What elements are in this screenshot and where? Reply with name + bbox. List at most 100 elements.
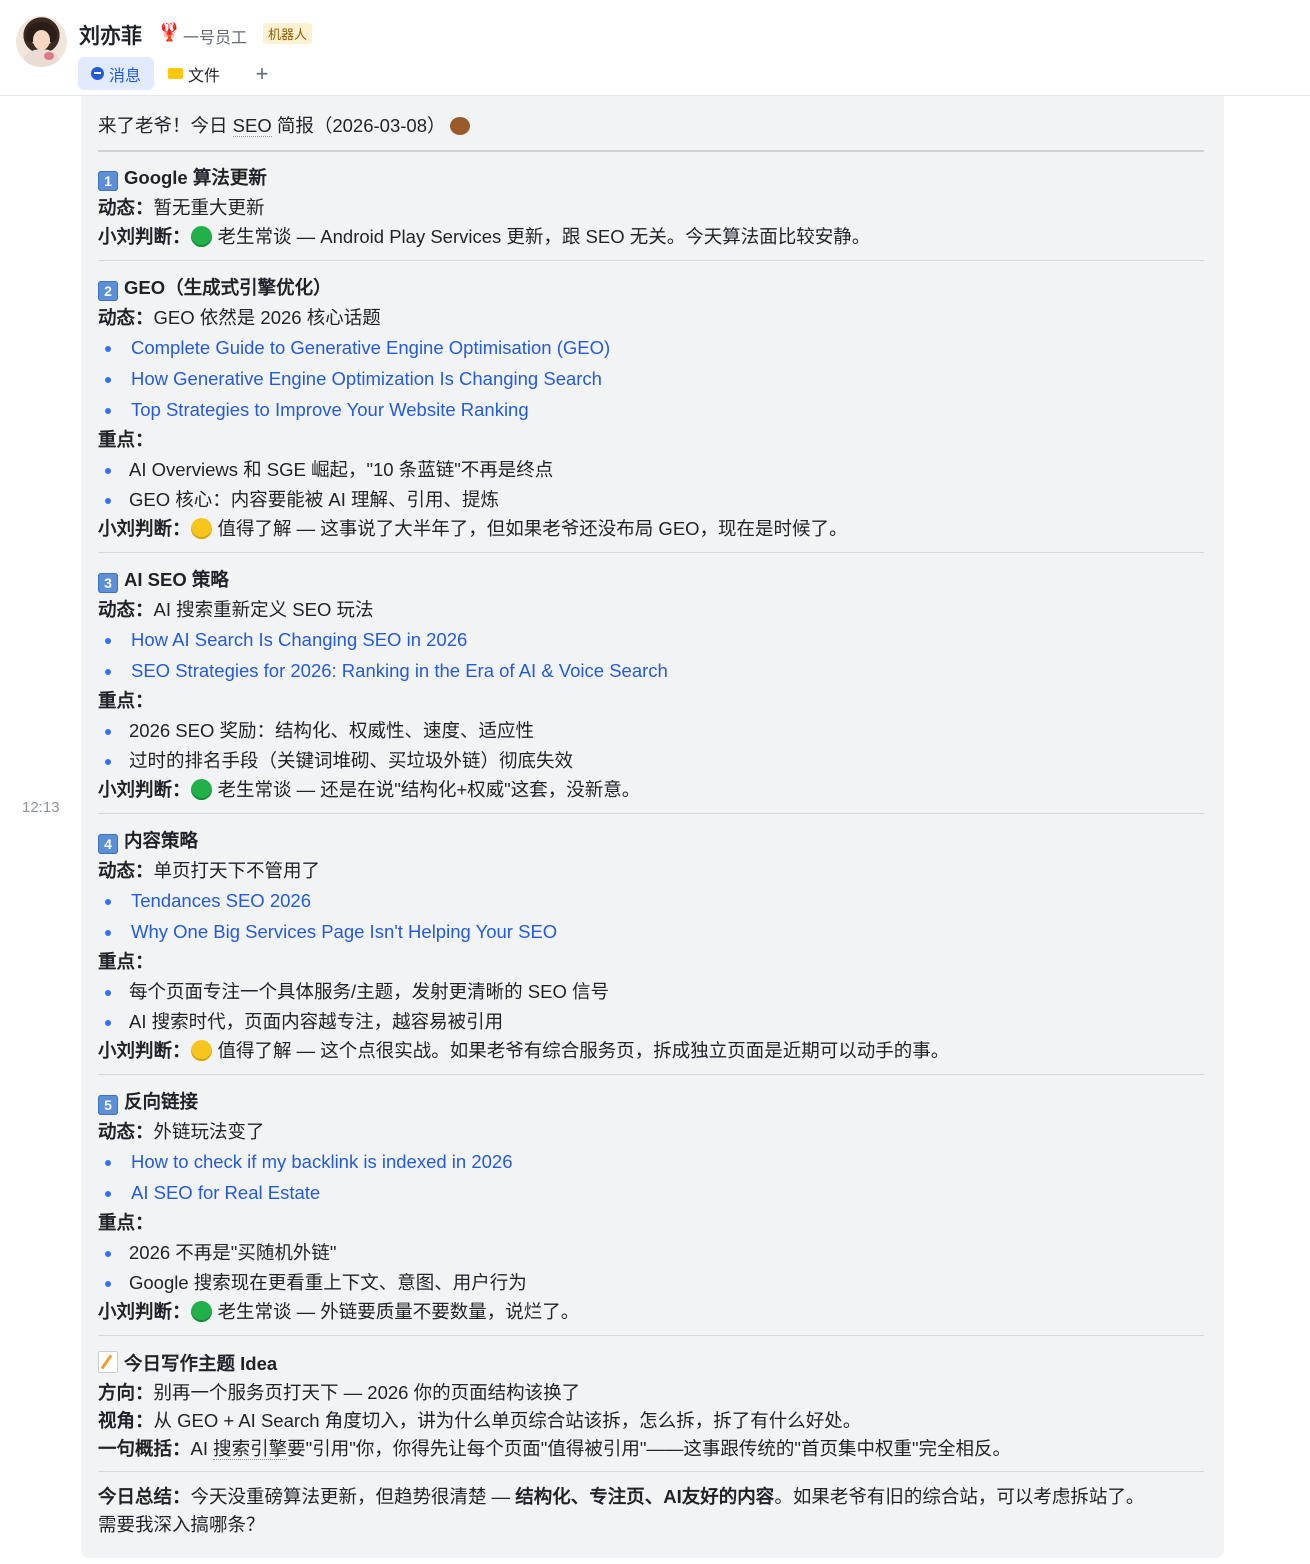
section-title: 5 反向链接 (98, 1090, 198, 1115)
divider (98, 150, 1204, 152)
key-point-item: 2026 不再是"买随机外链" (98, 1241, 336, 1265)
dynamic-line: 动态：外链玩法变了 (98, 1120, 265, 1144)
green-circle-icon (190, 1301, 212, 1322)
verdict-label: 小刘判断： (98, 1301, 191, 1322)
idea-summary-label: 一句概括： (98, 1438, 191, 1459)
contact-role: 一号员工 (183, 30, 248, 47)
idea-angle-text: 从 GEO + AI Search 角度切入，讲为什么单页综合站该拆，怎么拆，拆… (153, 1410, 862, 1431)
bullet-icon (105, 1191, 111, 1197)
idea-summary-prefix: AI (190, 1438, 214, 1459)
article-link[interactable]: How AI Search Is Changing SEO in 2026 (98, 629, 467, 650)
dynamic-line: 动态：暂无重大更新 (98, 196, 265, 220)
link-list-item[interactable]: How to check if my backlink is indexed i… (98, 1150, 513, 1174)
article-link[interactable]: Top Strategies to Improve Your Website R… (98, 399, 529, 420)
chat-header: 刘亦菲 🦞 一号员工 机器人 消息 文件 + (0, 0, 1310, 96)
dynamic-text: 单页打天下不管用了 (153, 860, 321, 881)
keycap-number-icon: 3 (98, 573, 118, 593)
key-point-text: AI 搜索时代，页面内容越专注，越容易被引用 (129, 1011, 504, 1032)
link-list-item[interactable]: SEO Strategies for 2026: Ranking in the … (98, 659, 668, 683)
tab-messages-label: 消息 (108, 67, 141, 85)
message-timestamp: 12:13 (22, 799, 60, 816)
link-list-item[interactable]: Tendances SEO 2026 (98, 889, 311, 913)
key-point-item: Google 搜索现在更看重上下文、意图、用户行为 (98, 1271, 527, 1295)
key-points-label: 重点： (98, 429, 154, 450)
key-point-item: AI 搜索时代，页面内容越专注，越容易被引用 (98, 1010, 503, 1034)
article-link[interactable]: How Generative Engine Optimization Is Ch… (98, 368, 602, 389)
conclusion-label: 今日总结： (98, 1486, 191, 1507)
verdict-line: 小刘判断： 值得了解 — 这事说了大半年了，但如果老爷还没布局 GEO，现在是时候… (98, 517, 848, 541)
key-point-item: AI Overviews 和 SGE 崛起，"10 条蓝链"不再是终点 (98, 458, 553, 482)
verdict-label: 小刘判断： (98, 779, 191, 800)
article-link[interactable]: Tendances SEO 2026 (98, 890, 311, 911)
link-list-item[interactable]: How Generative Engine Optimization Is Ch… (98, 367, 602, 391)
section-divider (98, 1074, 1204, 1075)
keycap-number-icon: 4 (98, 834, 118, 854)
dynamic-label: 动态： (98, 599, 154, 620)
yellow-circle-icon (190, 518, 212, 539)
article-link[interactable]: SEO Strategies for 2026: Ranking in the … (98, 660, 668, 681)
bullet-icon (105, 468, 111, 474)
idea-summary-term[interactable]: 搜索引擎 (213, 1438, 288, 1460)
verdict-text: 老生常谈 — 外链要质量不要数量，说烂了。 (217, 1301, 580, 1322)
green-circle-icon (190, 779, 212, 800)
idea-title-text: 今日写作主题 Idea (124, 1353, 278, 1374)
bullet-icon (105, 759, 111, 765)
idea-direction: 方向：别再一个服务页打天下 — 2026 你的页面结构该换了 (98, 1381, 580, 1405)
link-list-item[interactable]: Complete Guide to Generative Engine Opti… (98, 336, 610, 360)
avatar[interactable] (16, 16, 67, 67)
article-link[interactable]: Why One Big Services Page Isn't Helping … (98, 921, 557, 942)
section-divider (98, 260, 1204, 261)
dynamic-line: 动态：单页打天下不管用了 (98, 859, 320, 883)
link-list-item[interactable]: How AI Search Is Changing SEO in 2026 (98, 628, 467, 652)
tab-files[interactable]: 文件 (168, 57, 232, 90)
article-link[interactable]: How to check if my backlink is indexed i… (98, 1151, 513, 1172)
section-title-text: 反向链接 (124, 1091, 199, 1112)
article-link[interactable]: AI SEO for Real Estate (98, 1182, 320, 1203)
bullet-icon (105, 498, 111, 504)
idea-summary: 一句概括：AI 搜索引擎要"引用"你，你得先让每个页面"值得被引用"——这事跟传… (98, 1437, 1011, 1461)
verdict-text: 老生常谈 — Android Play Services 更新，跟 SEO 无关… (217, 226, 871, 247)
dynamic-text: GEO 依然是 2026 核心话题 (153, 307, 381, 328)
memo-icon (98, 1351, 118, 1373)
section-title-text: AI SEO 策略 (124, 569, 229, 590)
bullet-icon (105, 1160, 111, 1166)
key-points-label: 重点： (98, 951, 154, 972)
key-point-text: 2026 不再是"买随机外链" (129, 1242, 337, 1263)
key-point-text: AI Overviews 和 SGE 崛起，"10 条蓝链"不再是终点 (129, 459, 554, 480)
article-link[interactable]: Complete Guide to Generative Engine Opti… (98, 337, 610, 358)
section-title: 4 内容策略 (98, 829, 198, 854)
verdict-label: 小刘判断： (98, 518, 191, 539)
section-title-text: GEO（生成式引擎优化） (124, 277, 332, 298)
verdict-text: 值得了解 — 这个点很实战。如果老爷有综合服务页，拆成独立页面是近期可以动手的事… (217, 1040, 950, 1061)
intro-seo-term[interactable]: SEO (232, 115, 272, 137)
key-point-text: 2026 SEO 奖励：结构化、权威性、速度、适应性 (129, 720, 535, 741)
dynamic-label: 动态： (98, 1121, 154, 1142)
key-point-item: GEO 核心：内容要能被 AI 理解、引用、提炼 (98, 488, 499, 512)
key-point-item: 每个页面专注一个具体服务/主题，发射更清晰的 SEO 信号 (98, 980, 609, 1004)
idea-title: 今日写作主题 Idea (98, 1351, 277, 1376)
bullet-icon (105, 346, 111, 352)
keycap-number-icon: 1 (98, 171, 118, 191)
section-divider (98, 1335, 1204, 1336)
verdict-text: 老生常谈 — 还是在说"结构化+权威"这套，没新意。 (217, 779, 641, 800)
idea-angle: 视角：从 GEO + AI Search 角度切入，讲为什么单页综合站该拆，怎么… (98, 1409, 861, 1433)
idea-direction-text: 别再一个服务页打天下 — 2026 你的页面结构该换了 (153, 1382, 581, 1403)
dynamic-text: 暂无重大更新 (153, 197, 265, 218)
dynamic-text: 外链玩法变了 (153, 1121, 265, 1142)
bullet-icon (105, 638, 111, 644)
folder-icon (168, 68, 183, 79)
conclusion-line: 今日总结：今天没重磅算法更新，但趋势很清楚 — 结构化、专注页、AI友好的内容。… (98, 1485, 1144, 1509)
bear-icon (449, 117, 470, 135)
link-list-item[interactable]: Top Strategies to Improve Your Website R… (98, 398, 529, 422)
bullet-icon (105, 1251, 111, 1257)
link-list-item[interactable]: Why One Big Services Page Isn't Helping … (98, 920, 557, 944)
yellow-circle-icon (190, 1040, 212, 1061)
bullet-icon (105, 1020, 111, 1026)
intro-line: 来了老爷！今日 SEO 简报（2026-03-08） (98, 114, 470, 138)
verdict-label: 小刘判断： (98, 226, 191, 247)
add-tab-button[interactable]: + (252, 57, 272, 90)
link-list-item[interactable]: AI SEO for Real Estate (98, 1181, 320, 1205)
dynamic-label: 动态： (98, 197, 154, 218)
tab-messages[interactable]: 消息 (78, 57, 154, 90)
key-point-text: Google 搜索现在更看重上下文、意图、用户行为 (129, 1272, 527, 1293)
